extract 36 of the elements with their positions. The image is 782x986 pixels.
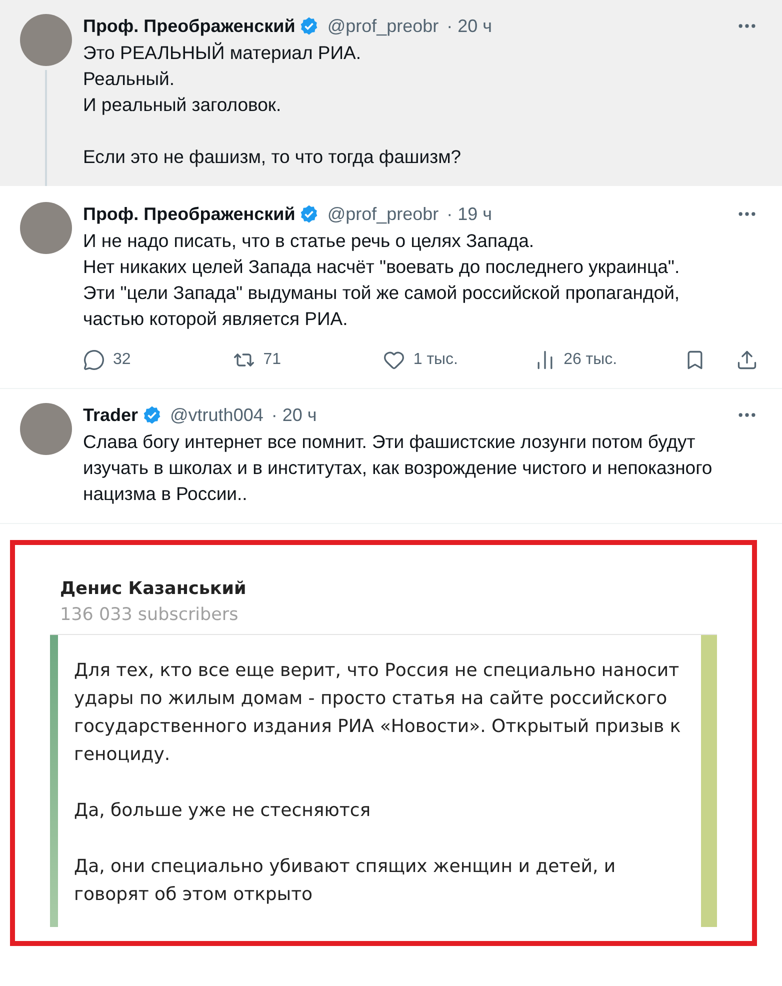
author-name[interactable]: Trader (83, 403, 138, 427)
verified-badge-icon (142, 405, 162, 425)
author-name[interactable]: Проф. Преображенский (83, 202, 296, 226)
share-icon (736, 349, 758, 371)
avatar[interactable] (20, 202, 72, 254)
action-count: 26 тыс. (564, 350, 618, 370)
message-text: Да, больше уже не стесняются (74, 799, 372, 823)
message-text: Для тех, кто все еще верит, что Россия не специально наносит удары по жилым домам - просто статья на сайте российского государственного издания РИА «Новости». Открытый призыв к геноциду. (74, 659, 682, 767)
tweet-text: Слава богу интернет все помнит. Эти фашистские лозунги потом будут изучать в школах и в институтах, как возрождение чистого и непоказного нацизма в России.. (83, 430, 714, 506)
verified-badge-icon (299, 16, 320, 36)
reply-button[interactable]: 32 (83, 348, 203, 372)
author-name[interactable]: Проф. Преображенский (83, 14, 296, 38)
views-button[interactable]: 26 тыс. (534, 348, 654, 372)
reply-icon (83, 349, 105, 371)
author-handle[interactable]: @vtruth004 (170, 403, 264, 427)
share-button[interactable] (736, 349, 758, 371)
author-handle[interactable]: @prof_preobr (327, 202, 439, 226)
avatar[interactable] (20, 403, 72, 455)
tweet-text: И не надо писать, что в статье речь о целях Запада. Нет никаких целей Запада насчёт "воевать до последнего украинца". Эти "цели Запада" выдуманы той же самой российской пропагандой, частью которой является РИА. (83, 229, 681, 331)
action-count: 1 тыс. (413, 350, 458, 370)
repost-button[interactable]: 71 (233, 348, 354, 372)
action-count: 32 (113, 350, 131, 370)
message-text: Да, они специально убивают спящих женщин и детей, и говорят об этом открыто (74, 855, 617, 907)
author-handle[interactable]: @prof_preobr (327, 14, 439, 38)
avatar[interactable] (20, 14, 72, 66)
channel-name: Денис Казанський (60, 578, 248, 601)
verified-badge-icon (299, 204, 320, 224)
like-button[interactable]: 1 тыс. (383, 348, 504, 372)
tweet-text: Если это не фашизм, то что тогда фашизм? (83, 145, 462, 169)
post-time: · 19 ч (446, 203, 492, 226)
subscriber-count: 136 033 subscribers (60, 604, 240, 627)
post-time: · 20 ч (271, 404, 317, 427)
heart-icon (383, 349, 406, 371)
action-count: 71 (263, 350, 281, 370)
post-time: · 20 ч (446, 15, 492, 38)
tweet-text: Это РЕАЛЬНЫЙ материал РИА. Реальный. И реальный заголовок. (83, 41, 362, 117)
